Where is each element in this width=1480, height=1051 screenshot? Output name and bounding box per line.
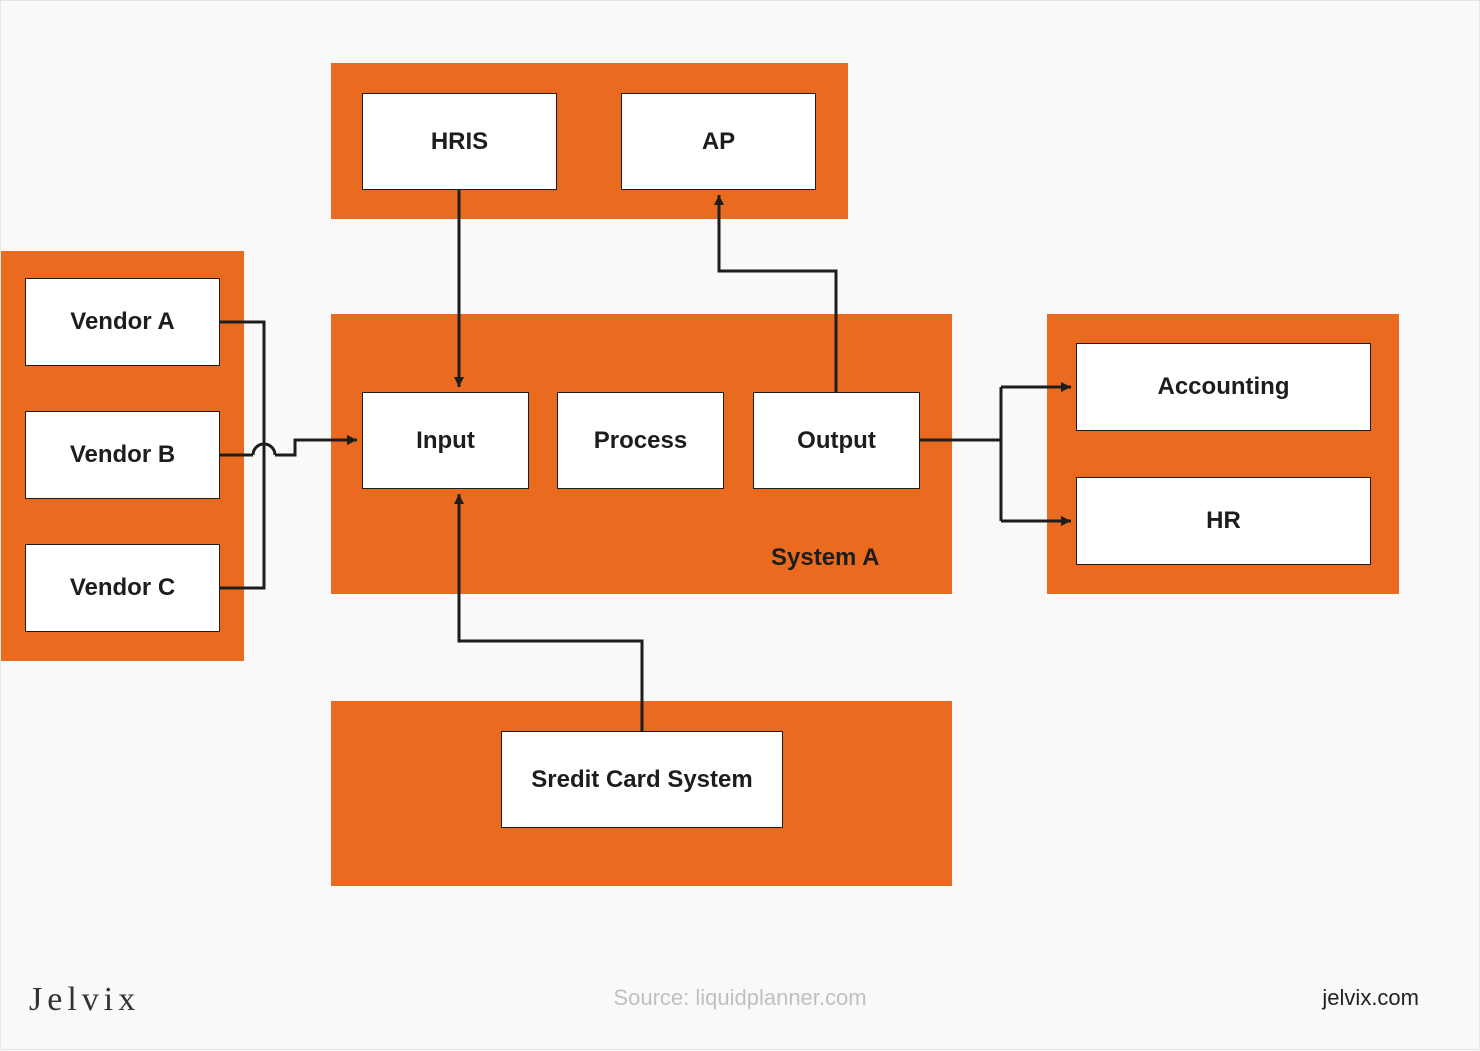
- node-label: HRIS: [431, 128, 488, 156]
- node-process: Process: [557, 392, 724, 489]
- node-label: Accounting: [1158, 373, 1290, 401]
- system-a-label: System A: [771, 544, 880, 572]
- node-label: Vendor C: [70, 574, 175, 602]
- node-label: Vendor B: [70, 441, 175, 469]
- node-hr: HR: [1076, 477, 1371, 565]
- node-ap: AP: [621, 93, 816, 190]
- node-credit-card-system: Sredit Card System: [501, 731, 783, 828]
- node-label: Sredit Card System: [531, 766, 752, 794]
- node-output: Output: [753, 392, 920, 489]
- node-label: Process: [594, 427, 687, 455]
- node-label: AP: [702, 128, 735, 156]
- node-label: Output: [797, 427, 876, 455]
- node-accounting: Accounting: [1076, 343, 1371, 431]
- diagram-canvas: Vendor A Vendor B Vendor C HRIS AP Input…: [0, 0, 1480, 1050]
- node-input: Input: [362, 392, 529, 489]
- node-label: Input: [416, 427, 475, 455]
- node-vendor-a: Vendor A: [25, 278, 220, 366]
- node-vendor-c: Vendor C: [25, 544, 220, 632]
- node-label: HR: [1206, 507, 1241, 535]
- node-label: Vendor A: [70, 308, 174, 336]
- site-url: jelvix.com: [1322, 985, 1419, 1011]
- node-hris: HRIS: [362, 93, 557, 190]
- source-attribution: Source: liquidplanner.com: [1, 985, 1479, 1011]
- node-vendor-b: Vendor B: [25, 411, 220, 499]
